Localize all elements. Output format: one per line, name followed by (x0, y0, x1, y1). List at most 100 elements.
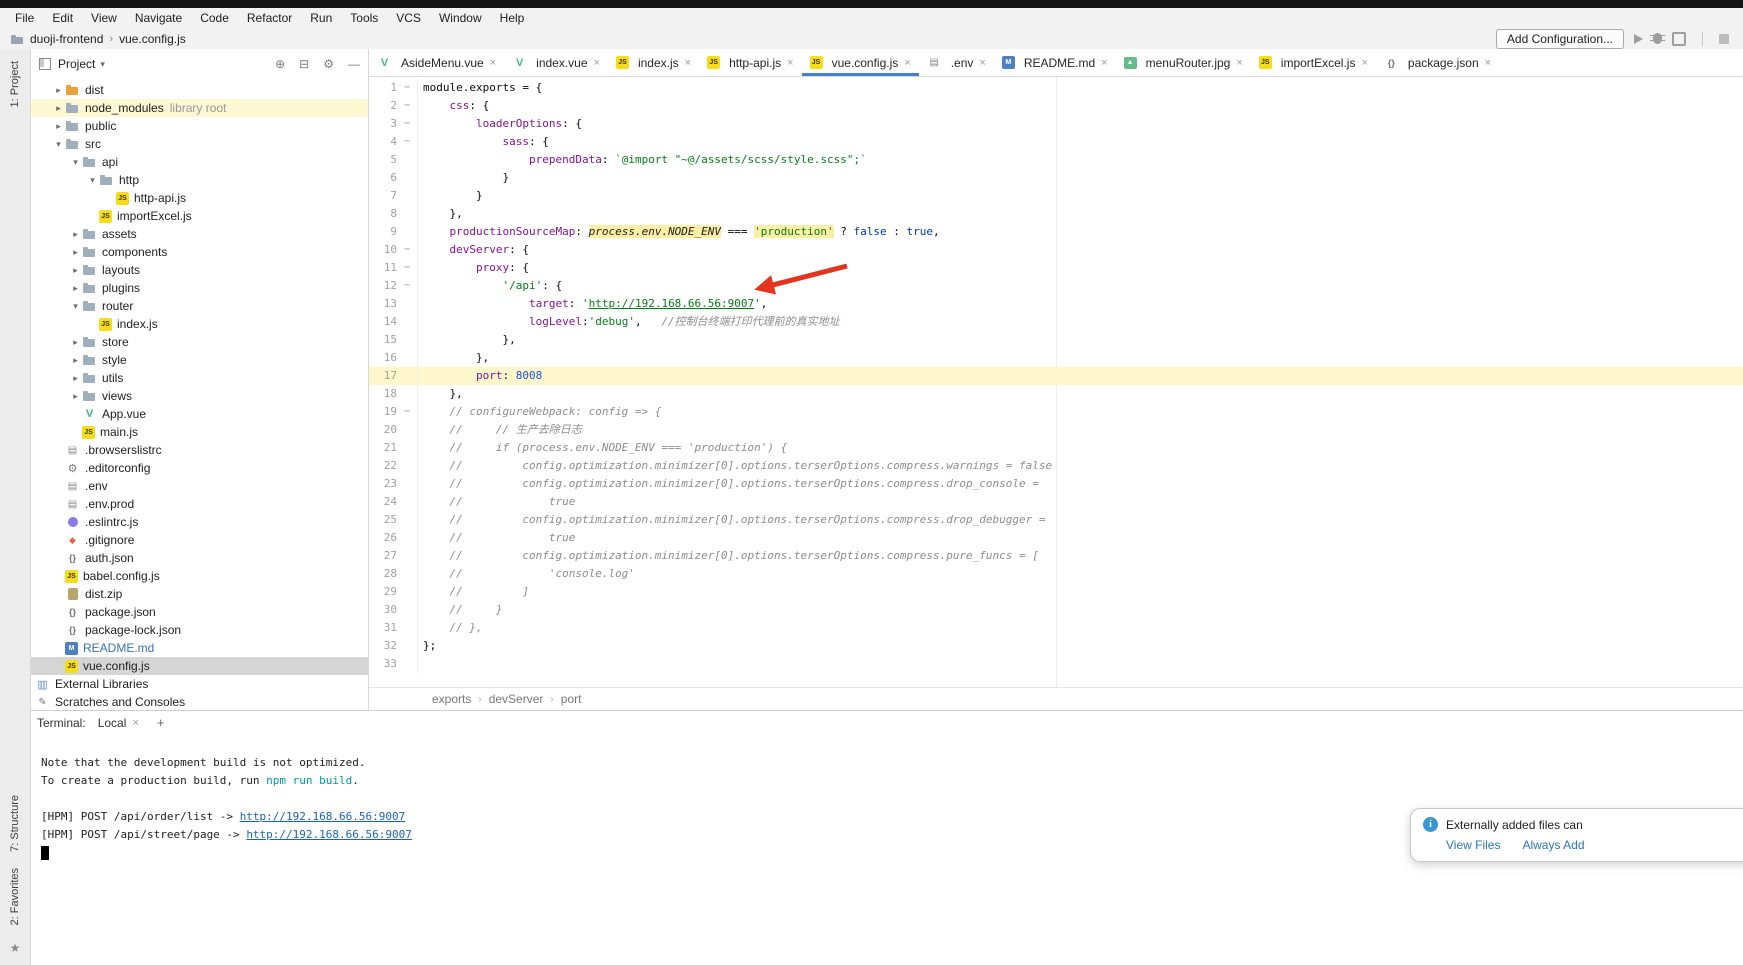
code-line-3[interactable]: 3− loaderOptions: { (369, 115, 1743, 133)
tree-item-external-libraries[interactable]: ▥External Libraries (31, 675, 368, 693)
notification-action-view-files[interactable]: View Files (1446, 838, 1500, 852)
code-line-27[interactable]: 27 // config.optimization.minimizer[0].o… (369, 547, 1743, 565)
chevron-right-icon[interactable]: ▸ (69, 247, 82, 258)
chevron-right-icon[interactable]: ▸ (69, 283, 82, 294)
tree-item-dist[interactable]: ▸dist (31, 81, 368, 99)
tree-item-babel-config-js[interactable]: JSbabel.config.js (31, 567, 368, 585)
code-line-6[interactable]: 6 } (369, 169, 1743, 187)
code-line-25[interactable]: 25 // config.optimization.minimizer[0].o… (369, 511, 1743, 529)
tab-importexcel-js[interactable]: JSimportExcel.js× (1251, 49, 1376, 76)
close-tab-icon[interactable]: × (1101, 57, 1107, 69)
menu-run[interactable]: Run (301, 8, 341, 28)
tree-item-package-json[interactable]: {}package.json (31, 603, 368, 621)
breadcrumb-project[interactable]: duoji-frontend (30, 32, 103, 46)
gear-icon[interactable]: ⚙ (323, 57, 334, 71)
stop-icon[interactable] (1719, 34, 1729, 44)
tree-item-app-vue[interactable]: VApp.vue (31, 405, 368, 423)
stripe-button-1-project[interactable]: 1: Project (9, 61, 21, 107)
project-panel-title[interactable]: Project (58, 57, 95, 71)
close-tab-icon[interactable]: × (594, 57, 600, 69)
code-line-16[interactable]: 16 }, (369, 349, 1743, 367)
fold-marker[interactable]: − (397, 241, 418, 259)
fold-marker[interactable]: − (397, 133, 418, 151)
code-line-33[interactable]: 33 (369, 655, 1743, 673)
tree-item-plugins[interactable]: ▸plugins (31, 279, 368, 297)
new-terminal-icon[interactable]: + (157, 715, 165, 730)
close-tab-icon[interactable]: × (490, 57, 496, 69)
chevron-right-icon[interactable]: ▸ (69, 337, 82, 348)
close-tab-icon[interactable]: × (1485, 57, 1491, 69)
tree-item-style[interactable]: ▸style (31, 351, 368, 369)
tree-item-store[interactable]: ▸store (31, 333, 368, 351)
code-line-1[interactable]: 1−module.exports = { (369, 79, 1743, 97)
tree-item-auth-json[interactable]: {}auth.json (31, 549, 368, 567)
terminal-link[interactable]: http://192.168.66.56:9007 (246, 828, 412, 841)
fold-marker[interactable]: − (397, 97, 418, 115)
tree-item-utils[interactable]: ▸utils (31, 369, 368, 387)
close-tab-icon[interactable]: × (787, 57, 793, 69)
close-tab-icon[interactable]: × (904, 57, 910, 69)
code-line-12[interactable]: 12− '/api': { (369, 277, 1743, 295)
tree-item-components[interactable]: ▸components (31, 243, 368, 261)
breadcrumb-devserver[interactable]: devServer (489, 692, 544, 706)
code-line-9[interactable]: 9 productionSourceMap: process.env.NODE_… (369, 223, 1743, 241)
tab-env[interactable]: ▤.env× (919, 49, 994, 76)
code-line-22[interactable]: 22 // config.optimization.minimizer[0].o… (369, 457, 1743, 475)
code-line-32[interactable]: 32}; (369, 637, 1743, 655)
tree-item-scratches-and-consoles[interactable]: ✎Scratches and Consoles (31, 693, 368, 710)
code-line-5[interactable]: 5 prependData: `@import "~@/assets/scss/… (369, 151, 1743, 169)
debug-icon[interactable] (1653, 33, 1662, 44)
locate-file-icon[interactable]: ⊕ (275, 57, 285, 71)
fold-marker[interactable]: − (397, 259, 418, 277)
close-tab-icon[interactable]: × (1236, 57, 1242, 69)
code-line-19[interactable]: 19− // configureWebpack: config => { (369, 403, 1743, 421)
chevron-right-icon[interactable]: ▸ (69, 373, 82, 384)
code-line-29[interactable]: 29 // ] (369, 583, 1743, 601)
chevron-down-icon[interactable]: ▾ (100, 59, 105, 70)
tree-item-browserslistrc[interactable]: ▤.browserslistrc (31, 441, 368, 459)
chevron-down-icon[interactable]: ▾ (69, 301, 82, 312)
menu-help[interactable]: Help (491, 8, 534, 28)
tab-readme-md[interactable]: MREADME.md× (994, 49, 1116, 76)
tree-item-api[interactable]: ▾api (31, 153, 368, 171)
breadcrumb-file[interactable]: vue.config.js (119, 32, 186, 46)
tab-index-vue[interactable]: Vindex.vue× (504, 49, 608, 76)
tab-http-api-js[interactable]: JShttp-api.js× (699, 49, 801, 76)
close-icon[interactable]: × (132, 717, 138, 729)
chevron-down-icon[interactable]: ▾ (86, 175, 99, 186)
code-line-17[interactable]: 17 port: 8008 (369, 367, 1743, 385)
fold-marker[interactable]: − (397, 79, 418, 97)
stripe-button-2-favorites[interactable]: 2: Favorites (9, 868, 21, 925)
breadcrumb-exports[interactable]: exports (432, 692, 471, 706)
tree-item-editorconfig[interactable]: ⚙.editorconfig (31, 459, 368, 477)
chevron-right-icon[interactable]: ▸ (69, 265, 82, 276)
chevron-right-icon[interactable]: ▸ (69, 229, 82, 240)
add-configuration-button[interactable]: Add Configuration... (1496, 29, 1624, 49)
menu-code[interactable]: Code (191, 8, 238, 28)
code-line-11[interactable]: 11− proxy: { (369, 259, 1743, 277)
tree-item-env[interactable]: ▤.env (31, 477, 368, 495)
tree-item-env-prod[interactable]: ▤.env.prod (31, 495, 368, 513)
chevron-down-icon[interactable]: ▾ (52, 139, 65, 150)
favorites-star-icon[interactable]: ★ (10, 941, 21, 955)
code-line-15[interactable]: 15 }, (369, 331, 1743, 349)
chevron-right-icon[interactable]: ▸ (69, 391, 82, 402)
code-line-18[interactable]: 18 }, (369, 385, 1743, 403)
menu-navigate[interactable]: Navigate (126, 8, 191, 28)
code-line-14[interactable]: 14 logLevel:'debug', //控制台终端打印代理前的真实地址 (369, 313, 1743, 331)
chevron-right-icon[interactable]: ▸ (69, 355, 82, 366)
code-url-link[interactable]: http://192.168.66.56:9007 (589, 297, 755, 310)
menu-edit[interactable]: Edit (43, 8, 82, 28)
menu-vcs[interactable]: VCS (387, 8, 430, 28)
tree-item-http-api-js[interactable]: JShttp-api.js (31, 189, 368, 207)
tree-item-readme-md[interactable]: MREADME.md (31, 639, 368, 657)
collapse-all-icon[interactable]: ⊟ (299, 57, 309, 71)
tab-vue-config-js[interactable]: JSvue.config.js× (802, 49, 919, 76)
tree-item-public[interactable]: ▸public (31, 117, 368, 135)
menu-window[interactable]: Window (430, 8, 491, 28)
code-line-23[interactable]: 23 // config.optimization.minimizer[0].o… (369, 475, 1743, 493)
menu-view[interactable]: View (82, 8, 126, 28)
code-line-31[interactable]: 31 // }, (369, 619, 1743, 637)
tree-item-package-lock-json[interactable]: {}package-lock.json (31, 621, 368, 639)
tab-package-json[interactable]: {}package.json× (1376, 49, 1499, 76)
